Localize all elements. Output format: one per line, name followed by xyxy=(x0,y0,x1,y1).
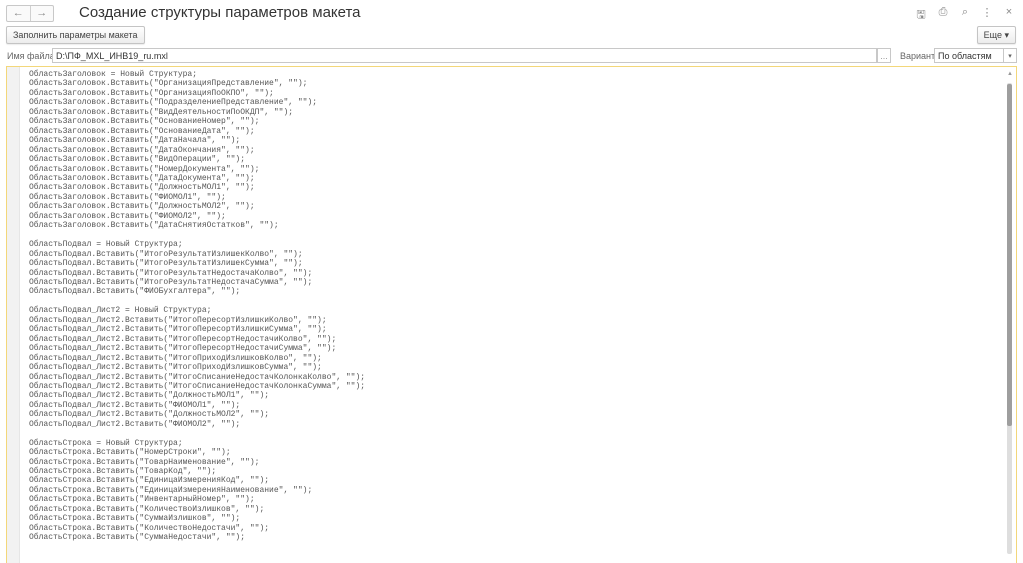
code-line: ОбластьСтрока.Вставить("ТоварКод", ""); xyxy=(29,467,217,477)
back-button[interactable]: ← xyxy=(7,6,30,21)
code-line: ОбластьПодвал_Лист2.Вставить("ФИОМОЛ2", … xyxy=(29,419,241,429)
more-icon[interactable]: ⋮ xyxy=(981,6,993,25)
code-line: ОбластьЗаголовок.Вставить("ДолжностьМОЛ2… xyxy=(29,202,255,212)
code-line: ОбластьЗаголовок.Вставить("ФИОМОЛ1", "")… xyxy=(29,192,226,202)
code-line: ОбластьПодвал_Лист2.Вставить("ИтогоПрихо… xyxy=(29,353,322,363)
code-line: ОбластьПодвал.Вставить("ИтогоРезультатНе… xyxy=(29,268,313,278)
window-title: Создание структуры параметров макета xyxy=(79,4,361,21)
code-text[interactable]: ОбластьЗаголовок = Новый Структура; Облас… xyxy=(29,70,365,543)
code-line: ОбластьЗаголовок.Вставить("ВидДеятельнос… xyxy=(29,107,294,117)
chevron-down-icon[interactable]: ▾ xyxy=(1003,48,1017,63)
code-line: ОбластьПодвал_Лист2.Вставить("ИтогоПерес… xyxy=(29,344,337,354)
window-actions: 🖫 ⎙ ⌕ ⋮ × xyxy=(915,6,1015,25)
arrow-right-icon: → xyxy=(36,7,48,19)
code-line: ОбластьПодвал_Лист2 = Новый Структура; xyxy=(29,306,212,316)
code-line: ОбластьСтрока.Вставить("ЕдиницаИзмерения… xyxy=(29,485,313,495)
file-name-input[interactable]: D:\ПФ_MXL_ИНВ19_ru.mxl xyxy=(52,48,877,63)
code-line: ОбластьПодвал_Лист2.Вставить("ДолжностьМ… xyxy=(29,391,270,401)
forward-button[interactable]: → xyxy=(29,6,54,21)
code-line: ОбластьПодвал.Вставить("ФИОБухгалтера", … xyxy=(29,287,241,297)
code-line: ОбластьПодвал_Лист2.Вставить("ИтогоПерес… xyxy=(29,334,337,344)
code-line: ОбластьЗаголовок.Вставить("ОснованиеДата… xyxy=(29,126,255,136)
fill-template-params-button[interactable]: Заполнить параметры макета xyxy=(6,26,145,44)
variant-select[interactable]: По областям xyxy=(934,48,1004,63)
code-line: ОбластьСтрока.Вставить("КоличествоИзлишк… xyxy=(29,504,265,514)
code-line: ОбластьЗаголовок.Вставить("Подразделение… xyxy=(29,98,318,108)
code-line: ОбластьСтрока.Вставить("СуммаИзлишков", … xyxy=(29,514,241,524)
code-line: ОбластьЗаголовок.Вставить("ДатаНачала", … xyxy=(29,136,241,146)
scroll-up-icon[interactable]: ▲ xyxy=(1007,71,1013,77)
code-line: ОбластьСтрока.Вставить("КоличествоНедост… xyxy=(29,523,270,533)
code-line: ОбластьСтрока.Вставить("ЕдиницаИзмерения… xyxy=(29,476,270,486)
code-line: ОбластьЗаголовок.Вставить("ДатаСнятияОст… xyxy=(29,221,279,231)
code-line: ОбластьПодвал_Лист2.Вставить("ФИОМОЛ1", … xyxy=(29,400,241,410)
code-line: ОбластьПодвал.Вставить("ИтогоРезультатНе… xyxy=(29,277,313,287)
code-line: ОбластьПодвал.Вставить("ИтогоРезультатИз… xyxy=(29,259,303,269)
code-line: ОбластьЗаголовок.Вставить("ДолжностьМОЛ1… xyxy=(29,183,255,193)
scrollbar-thumb[interactable] xyxy=(1007,84,1012,426)
code-line: ОбластьЗаголовок.Вставить("ОрганизацияПо… xyxy=(29,88,274,98)
code-line: ОбластьЗаголовок.Вставить("ДатаДокумента… xyxy=(29,173,255,183)
code-line: ОбластьЗаголовок.Вставить("НомерДокумент… xyxy=(29,164,260,174)
save-icon[interactable]: 🖫 xyxy=(915,6,927,25)
print-icon[interactable]: ⎙ xyxy=(937,6,949,25)
code-line: ОбластьПодвал = Новый Структура; xyxy=(29,240,183,250)
code-line: ОбластьЗаголовок.Вставить("ДатаОкончания… xyxy=(29,145,255,155)
code-line: ОбластьЗаголовок.Вставить("ФИОМОЛ2", "")… xyxy=(29,211,226,221)
code-line: ОбластьПодвал_Лист2.Вставить("ИтогоПрихо… xyxy=(29,363,322,373)
browse-button[interactable]: ... xyxy=(877,48,891,63)
nav-buttons: ← → xyxy=(6,5,54,22)
code-line: ОбластьЗаголовок = Новый Структура; xyxy=(29,70,198,79)
code-line: ОбластьПодвал.Вставить("ИтогоРезультатИз… xyxy=(29,249,303,259)
arrow-left-icon: ← xyxy=(12,7,24,19)
code-line: ОбластьСтрока.Вставить("ТоварНаименовани… xyxy=(29,457,260,467)
close-icon[interactable]: × xyxy=(1003,6,1015,25)
file-label: Имя файла: xyxy=(7,51,58,61)
code-line: ОбластьПодвал_Лист2.Вставить("ИтогоПерес… xyxy=(29,315,327,325)
code-line: ОбластьПодвал_Лист2.Вставить("ДолжностьМ… xyxy=(29,410,270,420)
variant-label: Вариант: xyxy=(900,51,938,61)
code-line: ОбластьСтрока = Новый Структура; xyxy=(29,438,183,448)
preview-icon[interactable]: ⌕ xyxy=(959,6,971,25)
code-line: ОбластьЗаголовок.Вставить("ОснованиеНоме… xyxy=(29,117,260,127)
code-line: ОбластьСтрока.Вставить("НомерСтроки", ""… xyxy=(29,448,231,458)
editor-gutter xyxy=(7,67,20,563)
code-line: ОбластьПодвал_Лист2.Вставить("ИтогоСписа… xyxy=(29,372,366,382)
code-editor[interactable]: ОбластьЗаголовок = Новый Структура; Облас… xyxy=(6,66,1017,563)
code-line: ОбластьЗаголовок.Вставить("ВидОперации",… xyxy=(29,155,246,165)
code-line: ОбластьПодвал_Лист2.Вставить("ИтогоПерес… xyxy=(29,325,327,335)
code-line: ОбластьСтрока.Вставить("ИнвентарныйНомер… xyxy=(29,495,255,505)
code-line: ОбластьПодвал_Лист2.Вставить("ИтогоСписа… xyxy=(29,381,366,391)
more-button[interactable]: Еще ▾ xyxy=(976,26,1016,44)
code-line: ОбластьЗаголовок.Вставить("ОрганизацияПр… xyxy=(29,79,308,89)
code-line: ОбластьСтрока.Вставить("СуммаНедостачи",… xyxy=(29,533,246,543)
